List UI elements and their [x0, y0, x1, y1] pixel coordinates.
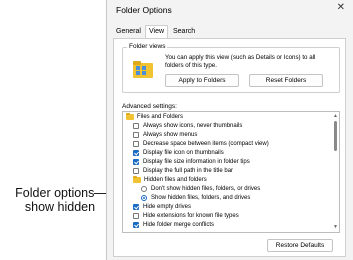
checkbox-checked[interactable] — [133, 159, 139, 165]
list-item-label: Display file icon on thumbnails — [143, 150, 224, 156]
callout-line-1: Folder options – — [15, 186, 105, 200]
scroll-down-icon[interactable]: ▼ — [333, 224, 338, 230]
callout-line-2: show hidden — [24, 200, 96, 214]
list-scrollbar[interactable]: ▲ ▼ — [332, 112, 339, 232]
list-item-label: Files and Folders — [137, 114, 184, 120]
reset-folders-button[interactable]: Reset Folders — [249, 74, 323, 87]
checkbox[interactable] — [133, 168, 139, 174]
list-item-label: Always show icons, never thumbnails — [143, 123, 243, 129]
folder-views-icon — [133, 61, 153, 78]
list-item-label: Display file size information in folder … — [143, 159, 250, 165]
scroll-up-icon[interactable]: ▲ — [333, 113, 338, 119]
tab-general[interactable]: General — [113, 26, 144, 38]
folder-icon — [126, 113, 134, 120]
callout-annotation: Folder options – show hidden — [14, 186, 106, 214]
advanced-settings-list[interactable]: Files and Folders Always show icons, nev… — [122, 111, 340, 233]
view-tab-panel: Folder views You can apply this view (su… — [113, 38, 346, 257]
list-item-label: Don't show hidden files, folders, or dri… — [151, 186, 261, 192]
list-item-label: Always show menus — [143, 132, 198, 138]
checkbox-checked[interactable] — [133, 204, 139, 210]
checkbox[interactable] — [133, 132, 139, 138]
advanced-settings-label: Advanced settings: — [122, 103, 177, 110]
folder-views-group: Folder views You can apply this view (su… — [122, 43, 340, 93]
checkbox[interactable] — [133, 123, 139, 129]
folder-views-description: You can apply this view (such as Details… — [165, 54, 316, 69]
checkbox-checked[interactable] — [133, 222, 139, 228]
apply-to-folders-button[interactable]: Apply to Folders — [165, 74, 239, 87]
tab-view[interactable]: View — [145, 25, 169, 39]
radio-button[interactable] — [141, 186, 147, 192]
list-item-label: Hide extensions for known file types — [143, 213, 239, 219]
checkbox[interactable] — [133, 141, 139, 147]
checkbox-checked[interactable] — [133, 150, 139, 156]
folder-options-dialog: Folder Options ✕ General View Search Fol… — [106, 0, 353, 260]
list-item-label: Hidden files and folders — [144, 177, 207, 183]
tab-search[interactable]: Search — [170, 26, 198, 38]
window-title: Folder Options — [116, 5, 172, 15]
radio-button-selected[interactable] — [141, 195, 147, 201]
restore-defaults-button[interactable]: Restore Defaults — [267, 239, 333, 252]
folder-views-label: Folder views — [127, 43, 168, 50]
list-item-label: Display the full path in the title bar — [143, 168, 234, 174]
checkbox[interactable] — [133, 213, 139, 219]
list-item-label: Show hidden files, folders, and drives — [151, 195, 251, 201]
list-item-label: Hide folder merge conflicts — [143, 222, 215, 228]
scroll-thumb[interactable] — [334, 121, 337, 151]
folder-icon — [133, 176, 141, 183]
list-item-label: Hide empty drives — [143, 204, 192, 210]
list-item-label: Decrease space between items (compact vi… — [143, 141, 269, 147]
close-icon[interactable]: ✕ — [337, 2, 345, 13]
